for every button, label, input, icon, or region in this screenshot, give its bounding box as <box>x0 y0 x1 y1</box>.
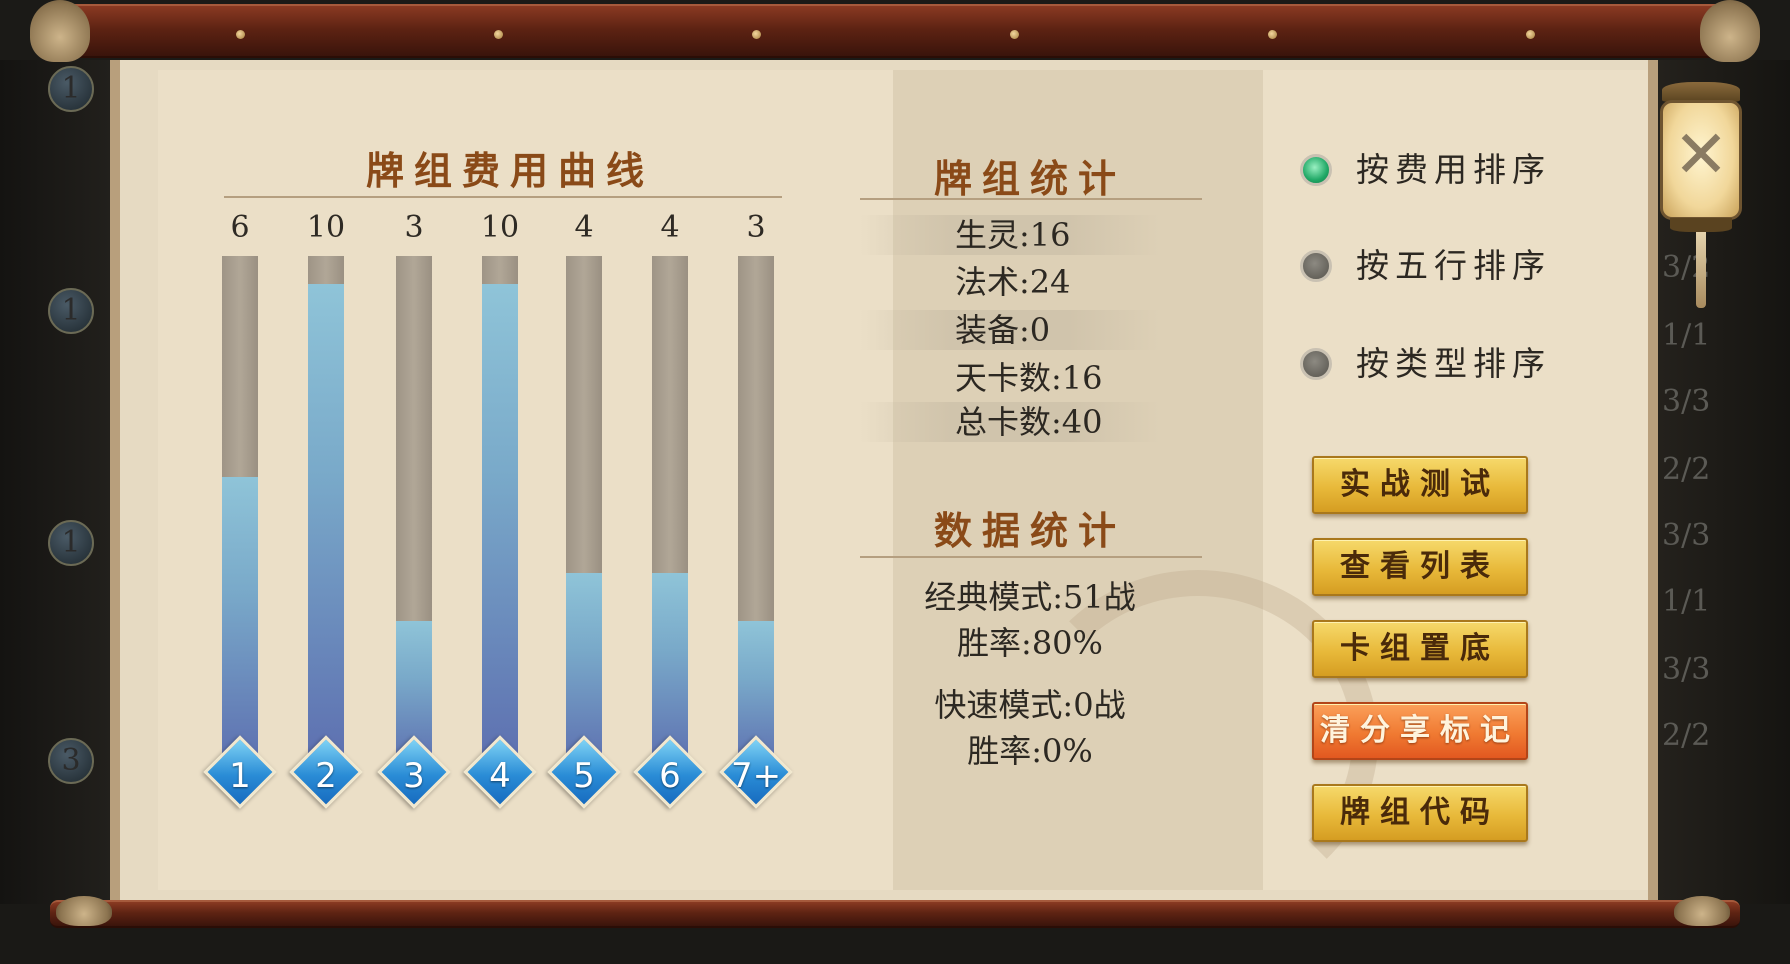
background-card-count: 3/3 <box>1662 384 1711 419</box>
data-stats-title: 数据统计 <box>933 508 1126 553</box>
quick-mode-battles: 快速模式:0战 <box>934 686 1126 724</box>
classic-win-rate: 胜率:80% <box>957 624 1103 662</box>
cost-value-label: 2 <box>315 756 337 796</box>
cost-count-label: 3 <box>746 210 766 245</box>
scroll-bottom-rod <box>50 900 1740 928</box>
cost-bar-track <box>566 256 602 766</box>
heading-divider <box>860 556 1202 558</box>
sink-deck-button[interactable]: 卡组置底 <box>1312 620 1528 678</box>
stat-sky-cards: 天卡数:16 <box>955 359 1103 397</box>
background-cost-badge: 1 <box>48 66 94 112</box>
cost-bar-track <box>482 256 518 766</box>
cost-bar-track <box>738 256 774 766</box>
sort-option-label: 按五行排序 <box>1356 246 1551 285</box>
deck-stats-title: 牌组统计 <box>933 156 1126 201</box>
background-card-count: 2/2 <box>1662 452 1711 487</box>
cost-count-label: 4 <box>574 210 594 245</box>
lantern-base <box>1670 218 1732 232</box>
background-card-count: 3/3 <box>1662 518 1711 553</box>
radio-indicator <box>1300 348 1332 380</box>
cost-bar-track <box>652 256 688 766</box>
sort-by-type-option[interactable]: 按类型排序 <box>1296 342 1576 386</box>
classic-mode-battles: 经典模式:51战 <box>924 578 1136 616</box>
cost-bar-track <box>222 256 258 766</box>
sort-by-element-option[interactable]: 按五行排序 <box>1296 244 1576 288</box>
stat-creatures: 生灵:16 <box>860 215 1160 255</box>
rod-stud <box>1526 30 1535 39</box>
rod-stud <box>1010 30 1019 39</box>
background-cost-badge: 1 <box>48 520 94 566</box>
background-card-count: 2/2 <box>1662 718 1711 753</box>
rod-stud <box>494 30 503 39</box>
heading-divider <box>860 198 1202 200</box>
rod-stud <box>752 30 761 39</box>
stat-spells: 法术:24 <box>955 263 1071 301</box>
cost-bar-fill <box>482 284 518 766</box>
cost-value-label: 3 <box>403 756 425 796</box>
cost-count-label: 4 <box>660 210 680 245</box>
stat-total-cards: 总卡数:40 <box>860 402 1160 442</box>
lantern-close[interactable]: ✕ <box>1656 62 1746 312</box>
clear-share-mark-button[interactable]: 清分享标记 <box>1312 702 1528 760</box>
rod-stud <box>236 30 245 39</box>
cost-curve-title: 牌组费用曲线 <box>365 148 654 193</box>
battle-test-button[interactable]: 实战测试 <box>1312 456 1528 514</box>
cost-bar-track <box>308 256 344 766</box>
scroll-top-rod <box>50 4 1740 58</box>
background-left-panel <box>0 60 120 920</box>
scroll-rod-cap <box>1674 896 1730 926</box>
cost-curve-chart: 6 1 10 2 3 3 10 4 4 5 4 6 3 7+ <box>200 210 800 840</box>
cost-value-label: 6 <box>659 756 681 796</box>
cost-count-label: 10 <box>306 210 346 245</box>
cost-value-label: 5 <box>573 756 595 796</box>
cost-count-label: 3 <box>404 210 424 245</box>
cost-bar-fill <box>222 477 258 766</box>
lantern-cap <box>1662 82 1740 102</box>
radio-indicator <box>1300 250 1332 282</box>
cost-value-label: 7+ <box>730 756 782 796</box>
lantern-tassel <box>1696 232 1706 308</box>
background-cost-badge: 3 <box>48 738 94 784</box>
cost-value-label: 1 <box>229 756 251 796</box>
sort-by-cost-option[interactable]: 按费用排序 <box>1296 148 1576 192</box>
sort-option-label: 按类型排序 <box>1356 344 1551 383</box>
background-card-count: 3/3 <box>1662 652 1711 687</box>
close-icon[interactable]: ✕ <box>1660 100 1742 220</box>
scroll-rod-cap <box>1700 0 1760 62</box>
stat-equipment: 装备:0 <box>860 310 1160 350</box>
heading-divider <box>224 196 782 198</box>
background-cost-badge: 1 <box>48 288 94 334</box>
background-card-count: 1/1 <box>1662 584 1711 619</box>
cost-bar-fill <box>308 284 344 766</box>
cost-count-label: 6 <box>230 210 250 245</box>
quick-win-rate: 胜率:0% <box>967 732 1093 770</box>
view-list-button[interactable]: 查看列表 <box>1312 538 1528 596</box>
rod-stud <box>1268 30 1277 39</box>
sort-option-label: 按费用排序 <box>1356 150 1551 189</box>
background-card-count: 1/1 <box>1662 318 1711 353</box>
scroll-rod-cap <box>56 896 112 926</box>
radio-indicator <box>1300 154 1332 186</box>
cost-bar-track <box>396 256 432 766</box>
deck-code-button[interactable]: 牌组代码 <box>1312 784 1528 842</box>
cost-value-label: 4 <box>489 756 511 796</box>
scroll-rod-cap <box>30 0 90 62</box>
cost-count-label: 10 <box>480 210 520 245</box>
